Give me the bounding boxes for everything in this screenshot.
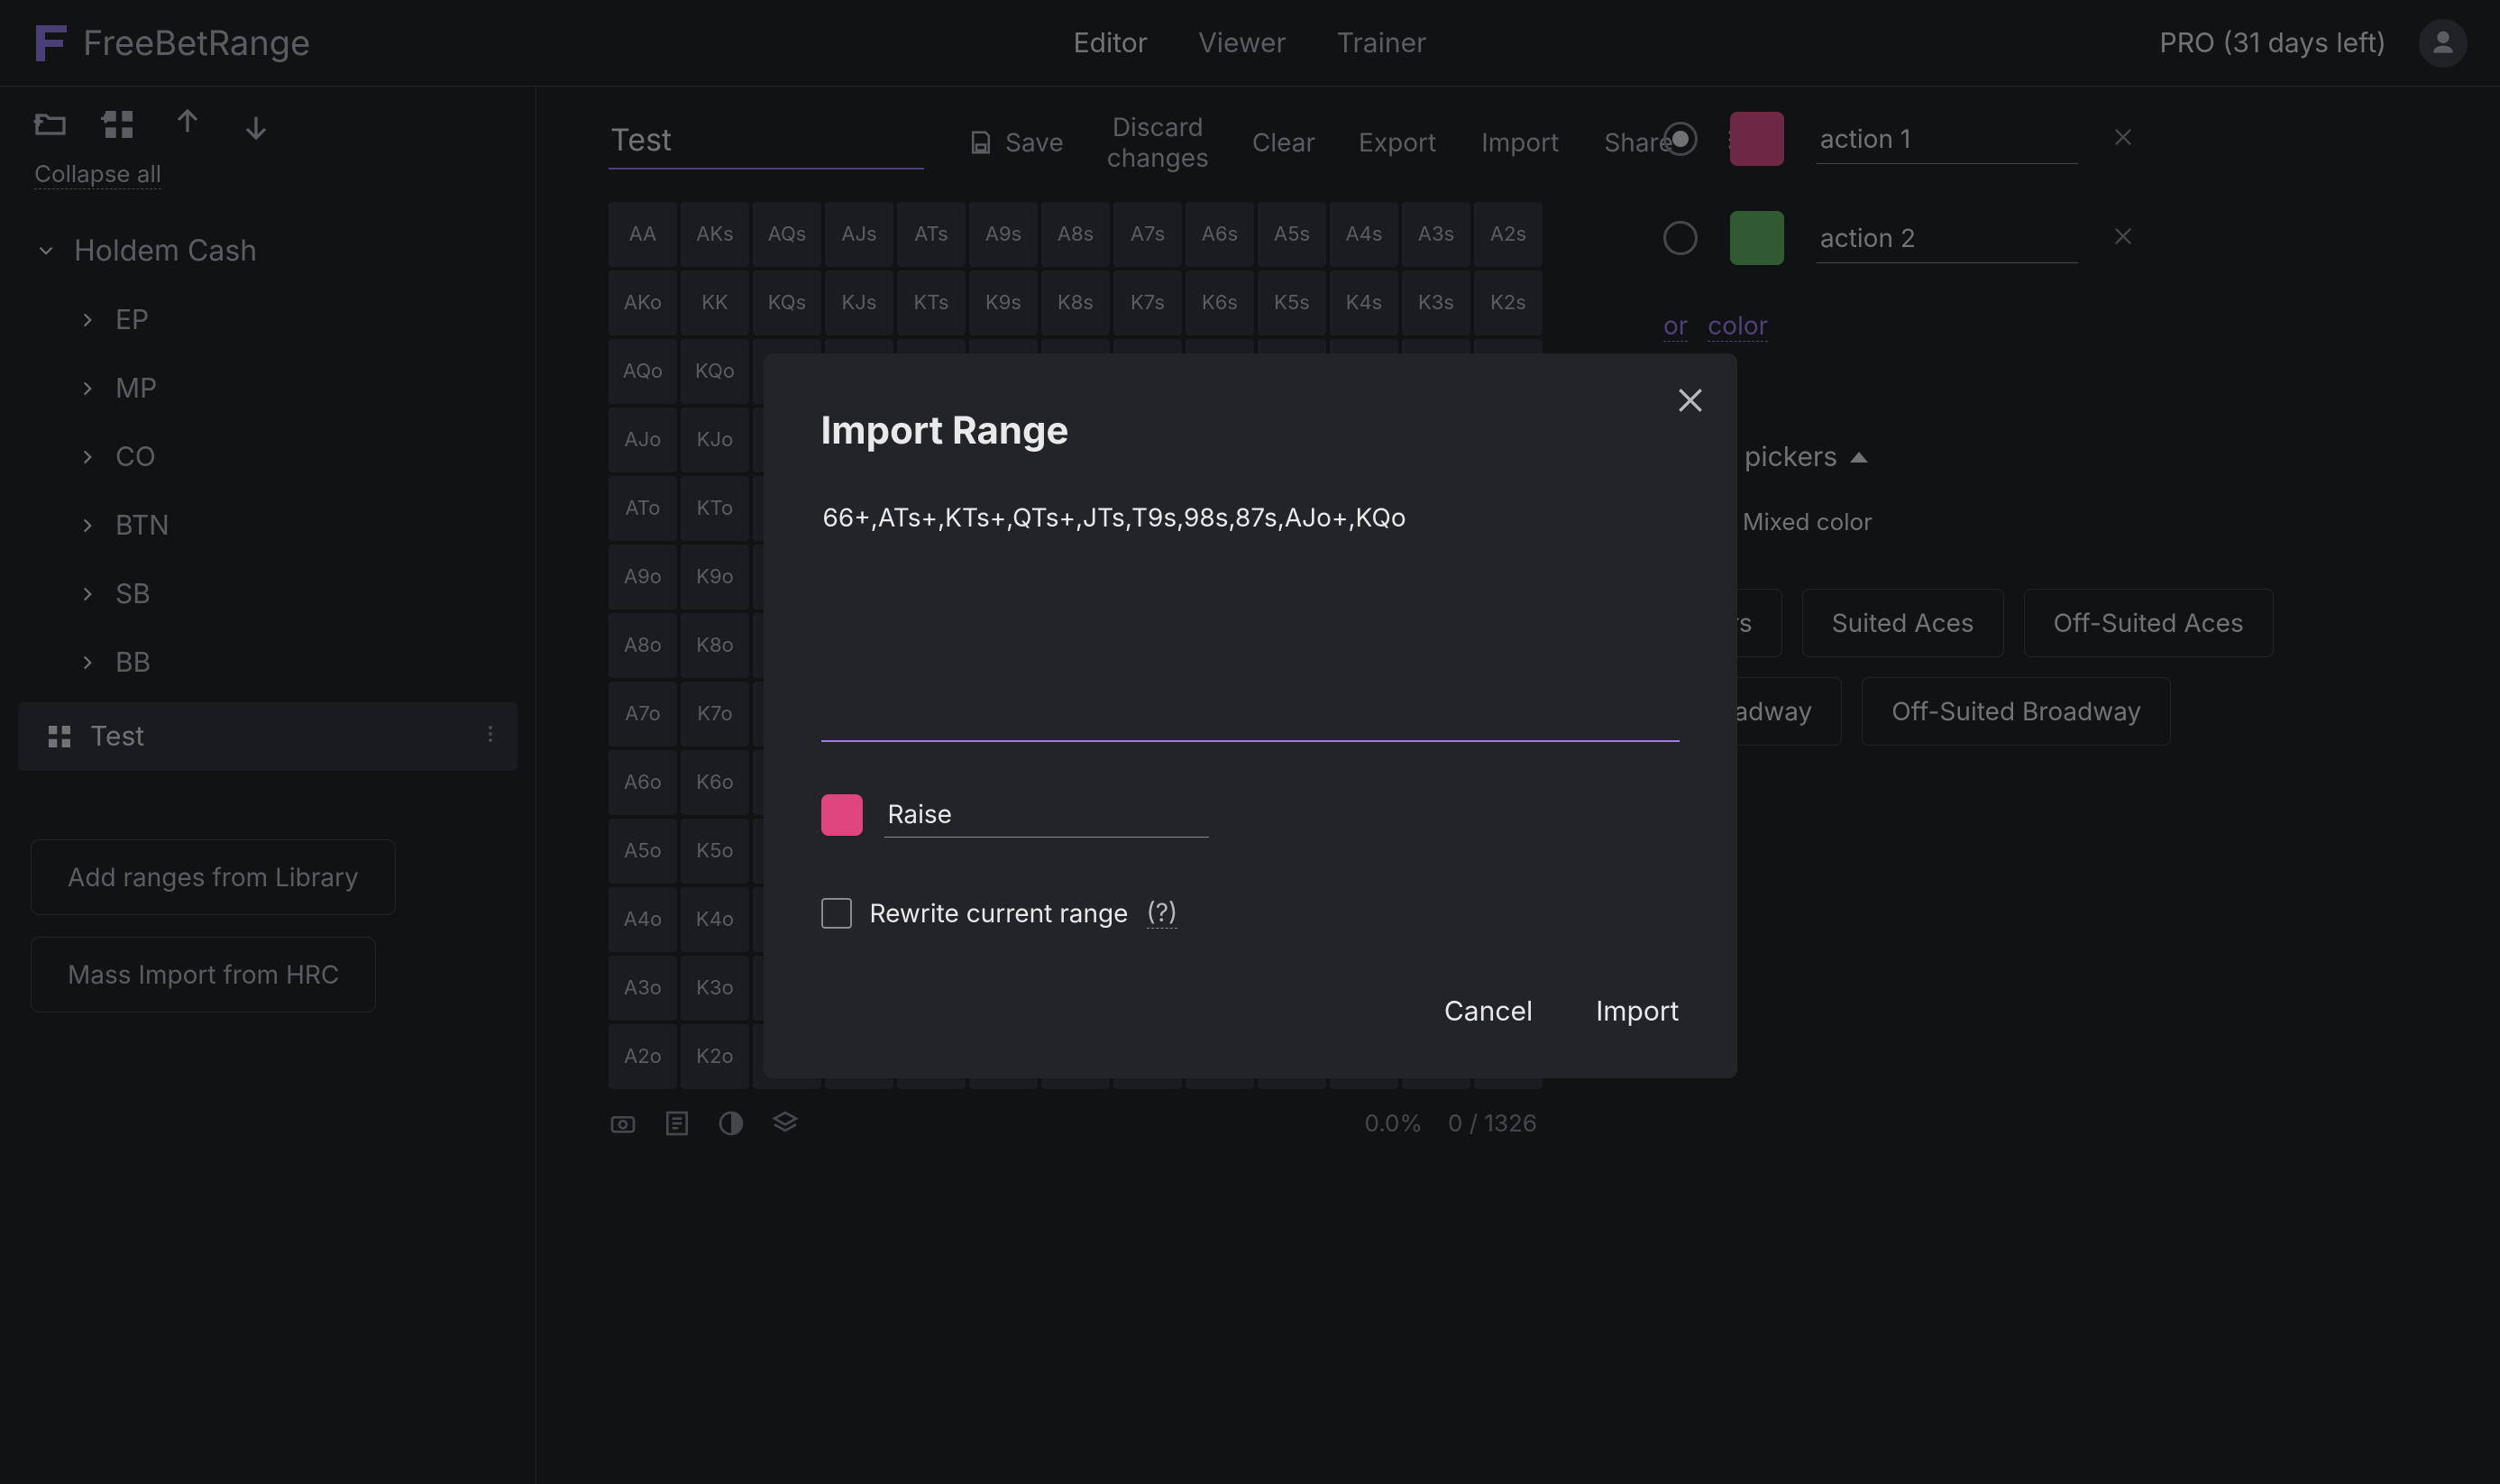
rewrite-label: Rewrite current range bbox=[870, 898, 1129, 929]
import-action-name-input[interactable] bbox=[884, 792, 1209, 838]
range-text-input[interactable]: 66+,ATs+,KTs+,QTs+,JTs,T9s,98s,87s,AJo+,… bbox=[821, 499, 1680, 742]
modal-close-icon[interactable] bbox=[1672, 382, 1708, 418]
modal-title: Import Range bbox=[821, 408, 1680, 453]
import-color-swatch[interactable] bbox=[821, 794, 863, 836]
cancel-button[interactable]: Cancel bbox=[1444, 995, 1533, 1028]
modal-overlay[interactable]: Import Range 66+,ATs+,KTs+,QTs+,JTs,T9s,… bbox=[0, 0, 2500, 1484]
help-link[interactable]: (?) bbox=[1147, 897, 1178, 929]
import-range-modal: Import Range 66+,ATs+,KTs+,QTs+,JTs,T9s,… bbox=[764, 353, 1737, 1078]
rewrite-checkbox[interactable] bbox=[821, 898, 852, 929]
confirm-import-button[interactable]: Import bbox=[1596, 995, 1679, 1028]
